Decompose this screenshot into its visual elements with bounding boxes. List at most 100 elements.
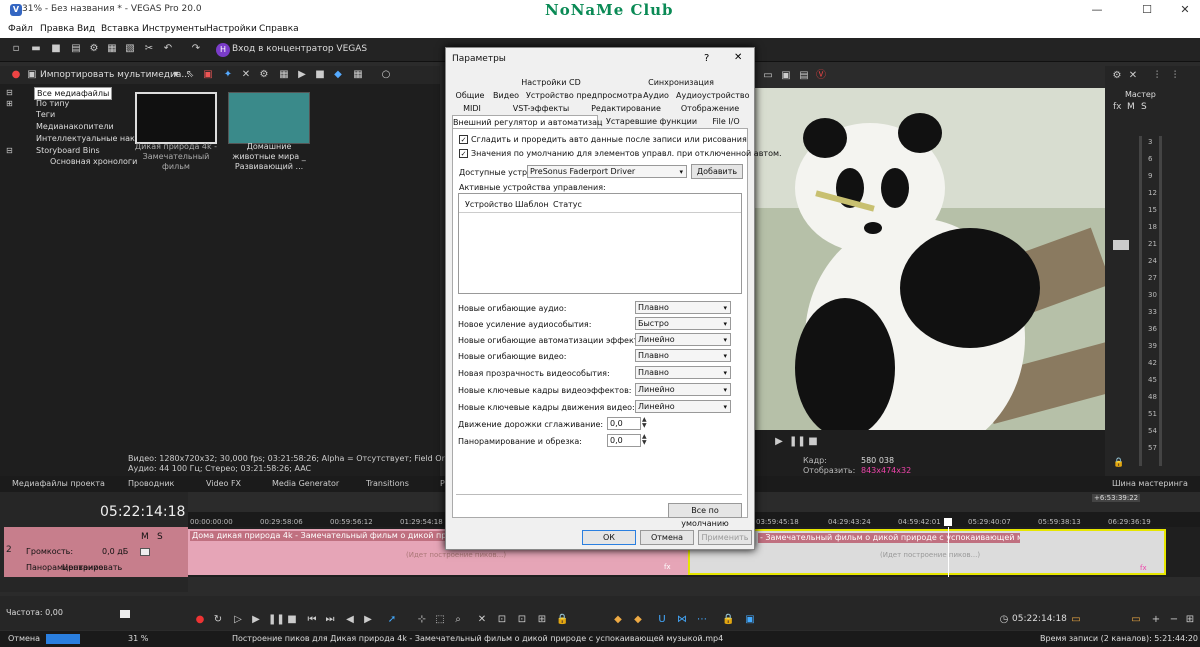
pause-icon[interactable]: ❚❚ [789,436,801,448]
column-header-template[interactable]: Шаблон [515,200,549,209]
tab-display[interactable]: Отображение [674,104,746,113]
mute-button[interactable]: M [1127,102,1135,112]
import-icon[interactable]: ▣ [26,69,38,81]
expand-icon[interactable]: ⊟ [6,88,13,97]
add-device-button[interactable]: Добавить [691,164,743,179]
fx-icon[interactable]: fx [664,563,671,571]
snap-icon[interactable]: U [656,614,668,626]
tab-editing[interactable]: Редактирование [586,104,666,113]
solo-button[interactable]: S [157,532,163,542]
spinner-icon[interactable]: ▲▼ [642,434,647,446]
properties-icon[interactable]: ⚙ [258,69,270,81]
tree-item-storyboard-bins[interactable]: Storyboard Bins [36,146,100,155]
ignore-grouping-icon[interactable]: ▣ [744,614,756,626]
maximize-button[interactable]: ☐ [1140,3,1154,17]
close-window-button[interactable]: ✕ [1178,3,1192,17]
tab-midi[interactable]: MIDI [452,104,492,113]
lock-icon[interactable]: 🔒 [556,614,568,626]
region-icon[interactable]: ◆ [632,614,644,626]
split-icon[interactable]: ▭ [762,70,774,82]
menu-view[interactable]: Вид [77,24,95,34]
stop-icon[interactable]: ■ [286,614,298,626]
tab-cd-settings[interactable]: Настройки CD [496,78,606,87]
fx-icon[interactable]: fx [1140,564,1147,572]
zoom-all-icon[interactable]: ⊞ [1184,614,1196,626]
zoom-out-icon[interactable]: − [1168,614,1180,626]
fx-icon[interactable]: fx [1113,102,1122,112]
capture-icon[interactable]: ▣ [202,69,214,81]
minimize-button[interactable]: — [1090,3,1104,17]
menu-help[interactable]: Справка [259,24,299,34]
lock-envelopes-icon[interactable]: 🔒 [722,614,734,626]
volume-slider[interactable] [140,548,150,556]
render-icon[interactable]: ▦ [106,43,118,55]
media-thumbnail[interactable] [135,92,217,144]
menu-insert[interactable]: Вставка [101,24,139,34]
pause-icon[interactable]: ❚❚ [268,614,280,626]
tab-external-control[interactable]: Внешний регулятор и автоматизац [452,115,598,129]
cancel-link[interactable]: Отмена [8,634,40,643]
zoom-tool-icon[interactable]: ⌕ [452,614,464,626]
record-icon[interactable]: ● [194,614,206,626]
help-button[interactable]: ? [704,53,709,64]
restore-defaults-button[interactable]: Все по умолчанию [668,503,742,518]
tab-preview-device[interactable]: Устройство предпросмотра [526,91,634,100]
setting-select[interactable]: Плавно▾ [635,349,731,362]
tab-deprecated[interactable]: Устаревшие функции [606,117,696,126]
search-icon[interactable]: ○ [380,69,392,81]
tab-explorer[interactable]: Проводник [128,479,174,488]
expand-icon[interactable]: ⊞ [6,99,13,108]
pan-crop-input[interactable]: 0,0 [607,434,641,447]
tab-master-bus[interactable]: Шина мастеринга [1112,479,1188,488]
smooth-checkbox[interactable]: ✓Сгладить и проредить авто данные после … [459,135,747,144]
play-icon[interactable]: ▶ [250,614,262,626]
apply-button[interactable]: Применить [698,530,752,545]
tab-video-fx[interactable]: Video FX [206,479,241,488]
menu-settings[interactable]: Настройки [206,24,257,34]
setting-select[interactable]: Линейно▾ [635,383,731,396]
chevron-down-icon[interactable]: ▾ [170,69,182,81]
setting-select[interactable]: Плавно▾ [635,366,731,379]
save-as-icon[interactable]: ▤ [70,43,82,55]
active-devices-list[interactable]: Устройство Шаблон Статус [458,193,742,294]
ripple-icon[interactable]: ⋯ [696,614,708,626]
go-end-icon[interactable]: ⏭ [324,614,336,626]
media-fx-icon[interactable]: ▦ [278,69,290,81]
new-icon[interactable]: ▫ [10,43,22,55]
setting-select[interactable]: Плавно▾ [635,301,731,314]
media-thumbnail[interactable] [228,92,310,144]
tab-media-generator[interactable]: Media Generator [272,479,339,488]
clock-icon[interactable]: ◷ [998,614,1010,626]
tab-transitions[interactable]: Transitions [366,479,409,488]
record-icon[interactable]: ● [10,69,22,81]
selection-tool-icon[interactable]: ⬚ [434,614,446,626]
auto-crossfade-icon[interactable]: ⋈ [676,614,688,626]
tree-item-media-storage[interactable]: Медианакопители [36,122,114,131]
rate-slider[interactable] [120,610,130,618]
tab-audio[interactable]: Аудио [636,91,676,100]
cancel-button[interactable]: Отмена [640,530,694,545]
views-icon[interactable]: ▦ [352,69,364,81]
zoom-box-icon[interactable]: ▭ [1130,614,1142,626]
setting-select[interactable]: Быстро▾ [635,317,731,330]
sliders-icon[interactable]: ⫶ [1151,70,1163,82]
tab-sync[interactable]: Синхронизация [626,78,736,87]
close-dialog-button[interactable]: ✕ [734,52,742,63]
tree-item-by-type[interactable]: По типу [36,99,69,108]
cursor-marker[interactable] [944,518,952,526]
play-icon[interactable]: ▶ [296,69,308,81]
gear-icon[interactable]: ⚙ [1111,70,1123,82]
marker-icon[interactable]: ◆ [612,614,624,626]
save-frame-icon[interactable]: ▤ [798,70,810,82]
split-icon[interactable]: ⊞ [536,614,548,626]
play-icon[interactable]: ▶ [773,436,785,448]
column-header-status[interactable]: Статус [553,200,582,209]
go-start-icon[interactable]: ⏮ [306,614,318,626]
delete-icon[interactable]: ✕ [476,614,488,626]
trim-icon[interactable]: ▧ [124,43,136,55]
stop-icon[interactable]: ■ [807,436,819,448]
defaults-checkbox[interactable]: ✓Значения по умолчанию для элементов упр… [459,149,782,158]
ok-button[interactable]: ОК [582,530,636,545]
tool-icon[interactable]: ⇖ [184,69,196,81]
open-icon[interactable]: ▬ [30,43,42,55]
